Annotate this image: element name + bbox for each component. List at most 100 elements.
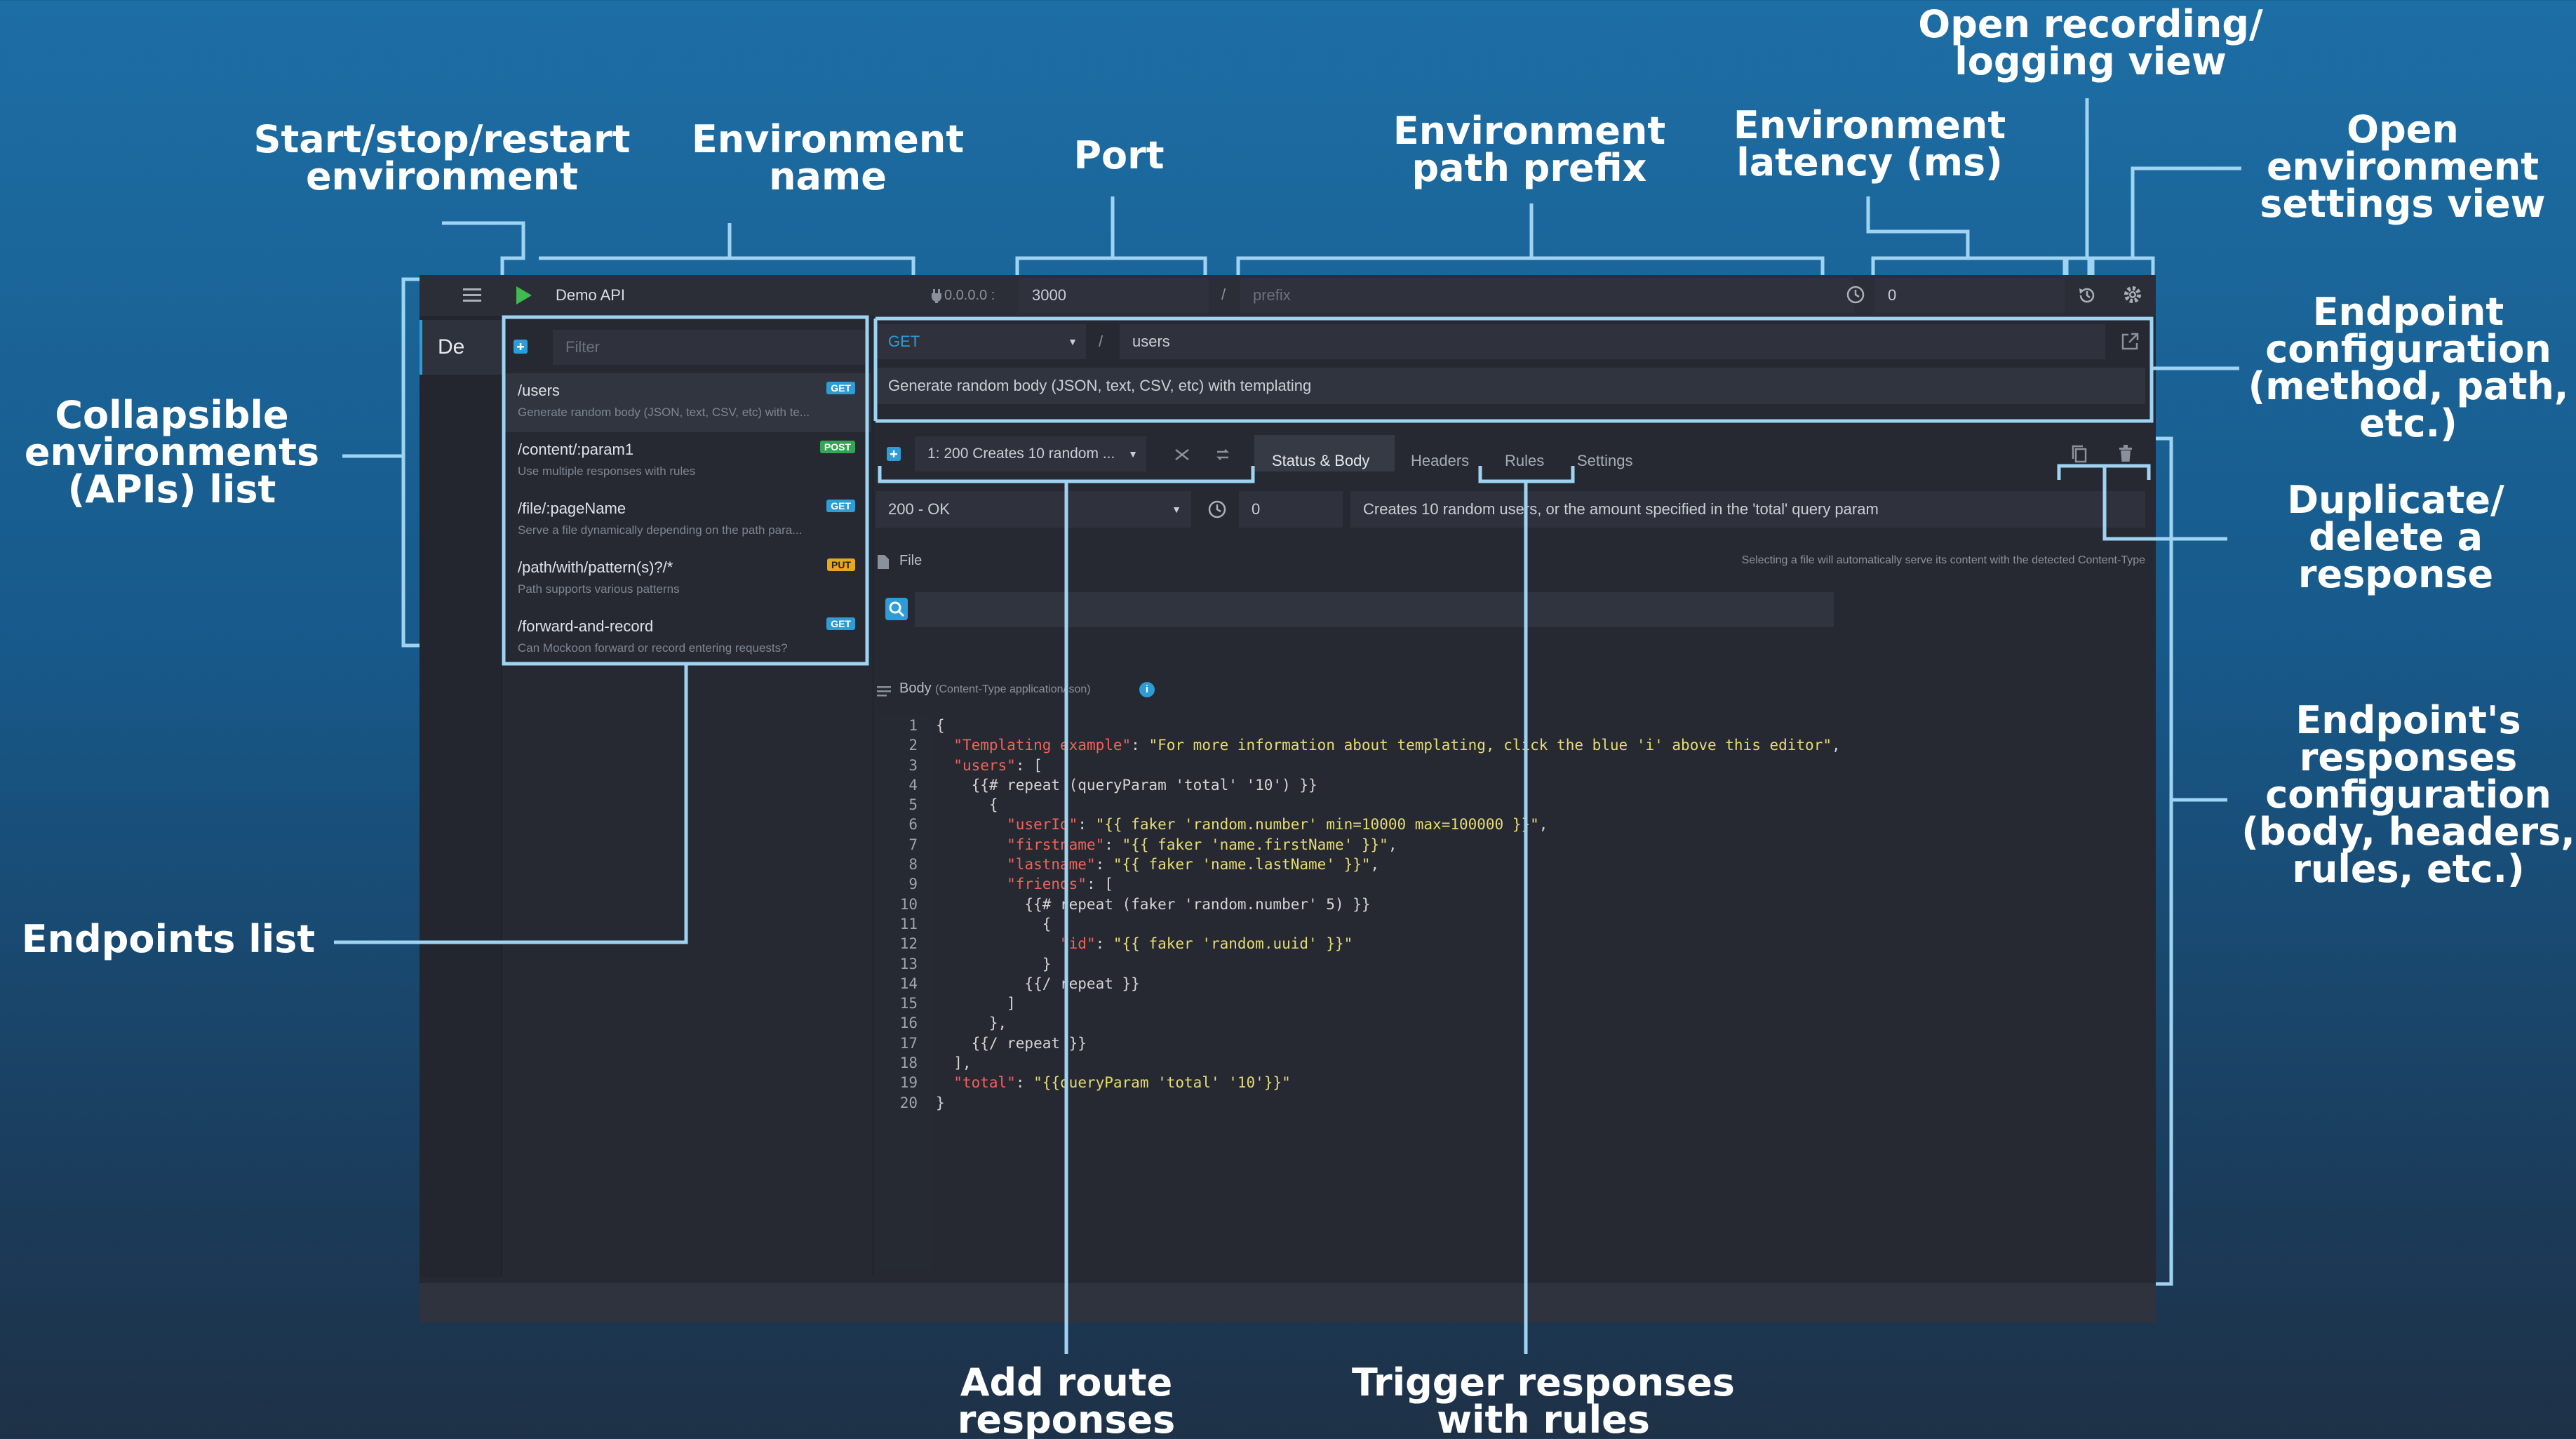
endpoint-path: /file/:pageName: [518, 500, 626, 517]
environment-abbrev: De: [438, 335, 465, 359]
open-external-icon[interactable]: [2119, 331, 2140, 352]
shuffle-icon[interactable]: [1174, 446, 1190, 463]
callout-recording: [2065, 98, 2091, 275]
history-icon[interactable]: [2077, 286, 2097, 305]
annotation-env-settings: Open environment settings view: [2260, 107, 2546, 226]
callout-port: [1015, 196, 1207, 275]
environments-sidebar: [420, 316, 502, 1277]
endpoint-path: /forward-and-record: [518, 617, 654, 635]
annotation-start-stop: Start/stop/restart environment: [253, 117, 631, 199]
port-value: 3000: [1032, 286, 1066, 304]
method-badge: POST: [819, 441, 855, 453]
method-badge: GET: [826, 382, 855, 394]
method-badge: PUT: [827, 558, 855, 571]
endpoint-desc: Can Mockoon forward or record entering r…: [518, 641, 788, 655]
path-value: users: [1132, 333, 1170, 350]
callout-start-stop: [442, 221, 525, 275]
file-icon: [877, 554, 890, 570]
endpoint-item-users[interactable]: /users Generate random body (JSON, text,…: [504, 373, 871, 432]
info-icon[interactable]: i: [1139, 682, 1155, 697]
status-select[interactable]: 200 - OK ▼: [876, 491, 1191, 528]
response-latency-input[interactable]: 0: [1239, 491, 1343, 528]
annotation-dup-delete: Duplicate/ delete a response: [2287, 478, 2504, 596]
annotation-endpoints-list: Endpoints list: [21, 917, 316, 961]
add-route-icon[interactable]: [514, 340, 528, 354]
gear-icon[interactable]: [2123, 285, 2142, 304]
file-search-icon[interactable]: [885, 598, 908, 620]
annotation-add-route: Add route responses: [957, 1360, 1176, 1439]
hamburger-icon[interactable]: [463, 287, 481, 302]
callout-responses-config: [2156, 436, 2227, 1286]
app-window: Demo API 0.0.0.0 : 3000 / prefix 0 De Fi…: [420, 275, 2156, 1323]
callout-env-name: [539, 223, 915, 275]
chevron-down-icon: ▼: [1172, 504, 1181, 515]
method-select[interactable]: GET ▼: [876, 324, 1086, 359]
annotation-collapsible: Collapsible environments (APIs) list: [24, 393, 320, 511]
method-value: GET: [888, 333, 920, 350]
annotation-port: Port: [1073, 133, 1165, 178]
footer-bar: [420, 1283, 2156, 1323]
response-description-input[interactable]: Creates 10 random users, or the amount s…: [1350, 491, 2145, 528]
file-label: File: [899, 553, 923, 568]
latency-value: 0: [1888, 286, 1897, 304]
annotation-endpoint-config: Endpoint configuration (method, path, et…: [2248, 290, 2569, 446]
filter-placeholder: Filter: [565, 338, 600, 356]
response-latency-value: 0: [1252, 500, 1261, 518]
plug-icon: [932, 288, 941, 303]
play-icon[interactable]: [516, 286, 532, 304]
callout-collapsible: [342, 277, 420, 648]
editor-gutter: 1 2 3 4 5 6 7 8 9 10 11 12 13 14 15 16 17 18 19 20: [876, 716, 932, 1270]
body-content-type: (Content-Type application/json): [935, 683, 1091, 695]
annotation-path-prefix: Environment path prefix: [1393, 109, 1666, 190]
duplicate-icon[interactable]: [2070, 443, 2088, 464]
callout-latency: [1866, 196, 2067, 275]
callout-path-prefix: [1236, 203, 1825, 275]
trash-icon[interactable]: [2117, 443, 2134, 464]
endpoint-path: /content/:param1: [518, 441, 634, 458]
response-selector-text: 1: 200 Creates 10 random ...: [927, 446, 1115, 462]
body-label: Body (Content-Type application/json): [899, 681, 1091, 697]
latency-input[interactable]: 0: [1875, 278, 2065, 313]
endpoint-desc: Serve a file dynamically depending on th…: [518, 523, 803, 537]
callout-settings: [2091, 166, 2241, 275]
file-path-input[interactable]: [915, 592, 1834, 627]
endpoint-item-pattern[interactable]: /path/with/pattern(s)?/* Path supports v…: [504, 550, 871, 609]
response-select[interactable]: 1: 200 Creates 10 random ... ▼: [915, 436, 1146, 471]
environment-item[interactable]: De: [420, 320, 502, 375]
body-lines-icon: [877, 683, 891, 697]
endpoint-item-file[interactable]: /file/:pageName Serve a file dynamically…: [504, 491, 871, 550]
response-description: Creates 10 random users, or the amount s…: [1363, 500, 1879, 518]
path-slash: /: [1099, 333, 1103, 350]
port-input[interactable]: 3000: [1019, 278, 1209, 313]
body-label-text: Body: [899, 681, 932, 696]
tab-rules[interactable]: Rules: [1505, 452, 1544, 470]
sequential-icon[interactable]: [1214, 446, 1231, 463]
prefix-placeholder: prefix: [1253, 286, 1291, 304]
annotation-latency: Environment latency (ms): [1733, 103, 2006, 185]
env-name-field[interactable]: Demo API: [539, 275, 918, 316]
prefix-slash: /: [1221, 286, 1226, 303]
path-input[interactable]: users: [1120, 324, 2105, 359]
editor-code: { "Templating example": "For more inform…: [936, 717, 1841, 1111]
annotation-responses-config: Endpoint's responses configuration (body…: [2241, 698, 2575, 891]
chevron-down-icon: ▼: [1068, 336, 1078, 347]
response-latency-clock-icon: [1207, 500, 1227, 519]
endpoint-desc: Generate random body (JSON, text, CSV, e…: [518, 406, 810, 419]
prefix-input[interactable]: prefix: [1240, 278, 1854, 313]
add-response-icon[interactable]: [887, 447, 901, 461]
tab-headers[interactable]: Headers: [1411, 452, 1469, 470]
route-description-input[interactable]: Generate random body (JSON, text, CSV, e…: [876, 368, 2145, 404]
filter-input[interactable]: Filter: [553, 330, 865, 365]
tab-settings[interactable]: Settings: [1577, 452, 1633, 470]
latency-clock-icon: [1846, 285, 1865, 304]
chevron-down-icon: ▼: [1128, 448, 1138, 460]
body-editor[interactable]: 1 2 3 4 5 6 7 8 9 10 11 12 13 14 15 16 17 18 19 20 { "Templ…: [876, 716, 2110, 1270]
endpoint-item-forward[interactable]: /forward-and-record Can Mockoon forward …: [504, 609, 871, 668]
host-label: 0.0.0.0 :: [932, 288, 995, 304]
endpoint-item-content[interactable]: /content/:param1 Use multiple responses …: [504, 432, 871, 491]
file-hint: Selecting a file will automatically serv…: [1741, 554, 2145, 566]
status-value: 200 - OK: [888, 500, 951, 518]
annotation-recording: Open recording/ logging view: [1918, 2, 2263, 83]
env-name: Demo API: [556, 286, 626, 304]
endpoint-desc: Path supports various patterns: [518, 582, 680, 596]
